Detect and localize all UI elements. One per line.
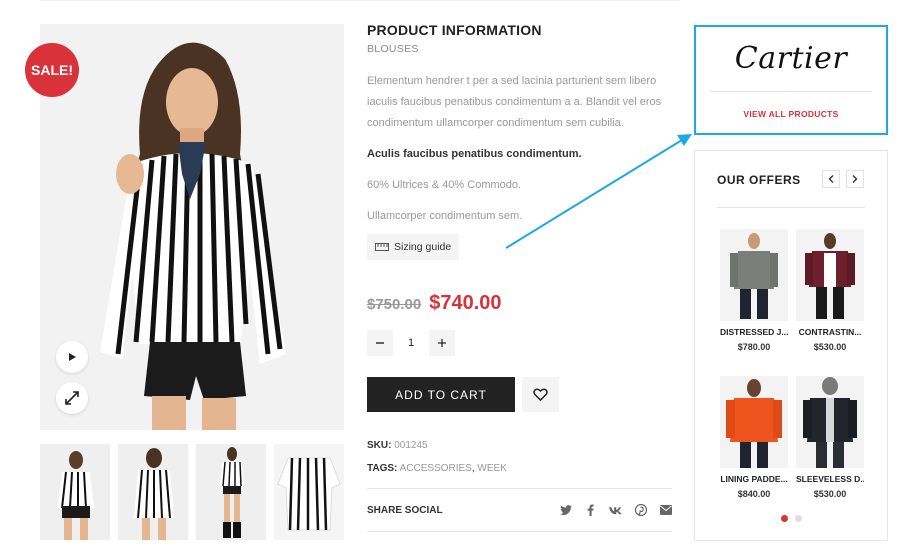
old-price: $750.00 [367, 296, 422, 313]
product-highlight: Aculis faucibus penatibus condimentum. [367, 148, 582, 160]
ruler-icon [375, 243, 389, 251]
twitter-icon[interactable] [559, 504, 572, 517]
offer-image[interactable] [720, 376, 788, 468]
sizing-guide-label: Sizing guide [394, 241, 452, 253]
thumbnail-back[interactable] [118, 444, 188, 540]
top-divider [40, 0, 680, 1]
view-all-products-link[interactable]: VIEW ALL PRODUCTS [696, 109, 886, 119]
product-description: Elementum hendrer t per a sed lacinia pa… [367, 75, 662, 129]
social-icons [559, 504, 672, 517]
pinterest-icon[interactable] [634, 504, 647, 517]
brand-widget: Cartier VIEW ALL PRODUCTS [694, 25, 888, 135]
tag-link[interactable]: ACCESSORIES [400, 463, 472, 474]
offer-name[interactable]: DISTRESSED J... [720, 327, 788, 337]
sizing-guide-button[interactable]: Sizing guide [367, 234, 460, 260]
offers-divider [717, 207, 865, 208]
main-product-image[interactable] [40, 24, 344, 430]
offers-title: OUR OFFERS [717, 173, 801, 187]
offer-price: $840.00 [737, 489, 771, 499]
offers-pagination [781, 515, 802, 522]
brand-logo[interactable]: Cartier [696, 41, 886, 76]
quantity-input[interactable]: 1 [393, 330, 429, 356]
tags-label: TAGS: [367, 463, 398, 474]
tags-row: TAGS: ACCESSORIES, WEEK [367, 463, 507, 474]
vk-icon[interactable] [609, 504, 622, 517]
sku-label: SKU: [367, 440, 392, 451]
add-to-cart-button[interactable]: ADD TO CART [367, 377, 515, 412]
product-extra-line: Ullamcorper condimentum sem. [367, 210, 523, 222]
offers-widget: OUR OFFERS DISTRESSED J... $780.00 CONTR… [694, 150, 888, 541]
thumbnail-flatlay[interactable] [274, 444, 344, 540]
thumbnail-full[interactable] [196, 444, 266, 540]
product-material: 60% Ultrices & 40% Commodo. [367, 179, 522, 191]
sku-row: SKU: 001245 [367, 440, 507, 451]
offer-price: $780.00 [737, 342, 771, 352]
offer-name[interactable]: SLEEVELESS D... [796, 474, 864, 484]
offer-image[interactable] [796, 376, 864, 468]
quantity-stepper: 1 [367, 330, 455, 356]
offers-next-button[interactable] [846, 170, 864, 188]
offer-image[interactable] [796, 229, 864, 321]
offer-item[interactable]: SLEEVELESS D... $530.00 [796, 376, 864, 499]
offer-price: $530.00 [813, 342, 847, 352]
heart-icon [533, 388, 548, 401]
tag-link[interactable]: WEEK [477, 463, 506, 474]
plus-icon [438, 339, 446, 347]
email-icon[interactable] [659, 504, 672, 517]
offer-item[interactable]: CONTRASTIN... $530.00 [796, 229, 864, 352]
offer-item[interactable]: DISTRESSED J... $780.00 [720, 229, 788, 352]
sale-badge: SALE! [25, 43, 79, 97]
chevron-left-icon [828, 175, 834, 183]
offer-price: $530.00 [813, 489, 847, 499]
price-block: $750.00 $740.00 [367, 292, 502, 315]
increase-quantity-button[interactable] [429, 330, 455, 356]
offer-name[interactable]: CONTRASTIN... [796, 327, 864, 337]
product-title: PRODUCT INFORMATION [367, 22, 542, 38]
expand-image-button[interactable] [56, 382, 88, 414]
tag-separator: , [471, 463, 475, 474]
play-icon [69, 353, 76, 361]
wishlist-button[interactable] [522, 377, 559, 412]
offer-name[interactable]: LINING PADDE... [720, 474, 788, 484]
offer-item[interactable]: LINING PADDE... $840.00 [720, 376, 788, 499]
play-video-button[interactable] [56, 341, 88, 373]
expand-icon [65, 391, 79, 405]
chevron-right-icon [852, 175, 858, 183]
minus-icon [376, 342, 384, 344]
product-category[interactable]: BLOUSES [367, 43, 672, 55]
offer-image[interactable] [720, 229, 788, 321]
facebook-icon[interactable] [584, 504, 597, 517]
pagination-dot[interactable] [795, 515, 802, 522]
thumbnail-strip [40, 444, 344, 540]
share-bar: SHARE SOCIAL [367, 488, 672, 532]
sale-price: $740.00 [429, 292, 502, 314]
decrease-quantity-button[interactable] [367, 330, 393, 356]
share-label: SHARE SOCIAL [367, 504, 443, 516]
product-info: PRODUCT INFORMATION BLOUSES Elementum he… [367, 22, 672, 532]
product-meta: SKU: 001245 TAGS: ACCESSORIES, WEEK [367, 440, 507, 486]
pagination-dot-active[interactable] [781, 515, 788, 522]
brand-divider [710, 91, 872, 92]
thumbnail-front[interactable] [40, 444, 110, 540]
offers-prev-button[interactable] [822, 170, 840, 188]
sku-value: 001245 [394, 440, 428, 451]
model-illustration [40, 24, 344, 430]
